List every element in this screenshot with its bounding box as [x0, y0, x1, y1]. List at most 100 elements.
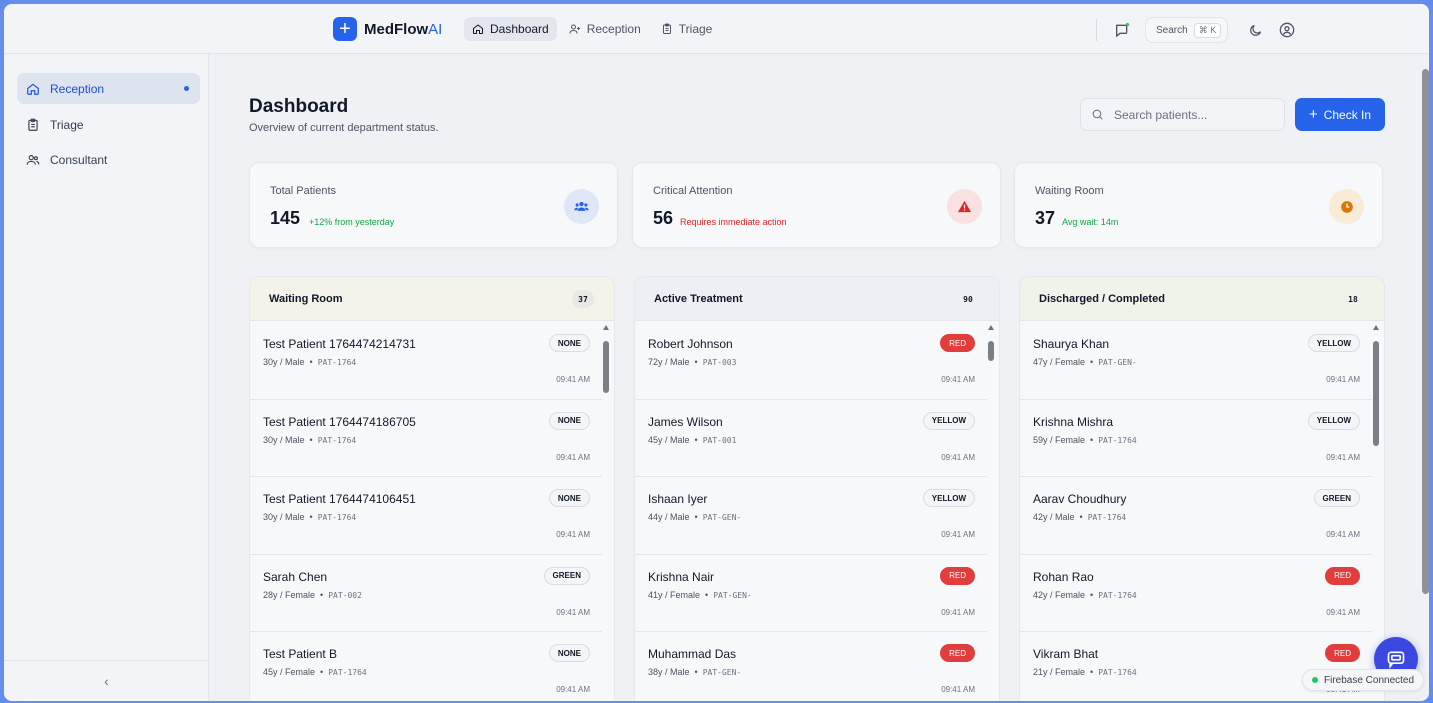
separator-dot: •	[309, 434, 313, 445]
column-title: Waiting Room	[269, 292, 343, 305]
triage-badge: RED	[940, 566, 975, 585]
patient-meta: 41y / Female • PAT-GEN-	[648, 590, 752, 600]
patient-time: 09:41 AM	[556, 530, 590, 539]
patient-card[interactable]: Krishna Mishra 59y / Female • PAT-1764 YELLO…	[1020, 400, 1372, 477]
column-scrollbar[interactable]	[603, 325, 609, 701]
patient-name: Ishaan Iyer	[648, 492, 708, 506]
patient-card[interactable]: Robert Johnson 72y / Male • PAT-003 RED 09:41…	[635, 322, 987, 400]
scrollbar-thumb[interactable]	[603, 341, 609, 393]
column-header: Discharged / Completed 18	[1020, 277, 1384, 321]
patient-age-sex: 30y / Male	[263, 357, 305, 367]
patient-age-sex: 38y / Male	[648, 667, 690, 677]
topnav-label: Reception	[586, 22, 641, 36]
sidebar-item-label: Triage	[50, 117, 84, 132]
patient-name: Test Patient B	[263, 647, 338, 661]
patient-age-sex: 45y / Male	[648, 434, 690, 445]
patient-card[interactable]: Ishaan Iyer 44y / Male • PAT-GEN- YELLOW 09:4…	[635, 477, 987, 555]
patient-list: Test Patient 1764474214731 30y / Male • PAT…	[250, 322, 602, 701]
connection-status-label: Firebase Connected	[1324, 674, 1415, 686]
patient-id: PAT-003	[702, 358, 737, 367]
connection-status-badge: Firebase Connected	[1302, 669, 1425, 691]
app-logo[interactable]: + MedFlowAI	[333, 17, 442, 41]
patient-card[interactable]: Muhammad Das 38y / Male • PAT-GEN- RED 09:41 …	[635, 632, 987, 701]
scroll-up-icon[interactable]	[1373, 325, 1379, 330]
sidebar-item-triage[interactable]: Triage	[17, 109, 200, 140]
patient-id: PAT-GEN-	[713, 590, 752, 600]
separator-dot: •	[1090, 357, 1094, 367]
sidebar-item-consultant[interactable]: Consultant	[17, 144, 200, 175]
patient-card[interactable]: Test Patient 1764474186705 30y / Male • PAT…	[250, 400, 602, 477]
scroll-up-icon[interactable]	[603, 325, 609, 330]
column-scrollbar[interactable]	[988, 325, 994, 701]
scrollbar-thumb[interactable]	[1373, 341, 1379, 446]
message-icon	[1116, 23, 1129, 38]
topnav-dashboard[interactable]: Dashboard	[464, 17, 557, 41]
patient-id: PAT-002	[328, 590, 362, 600]
patient-id: PAT-1764	[317, 513, 357, 522]
top-nav: Dashboard Reception Triage	[464, 17, 720, 41]
board-column: Waiting Room 37 Test Patient 1764474214731…	[249, 276, 615, 701]
patient-time: 09:41 AM	[941, 685, 975, 694]
user-plus-icon	[569, 24, 580, 34]
stat-card-waiting-room: Waiting Room 37 Avg wait: 14m	[1014, 162, 1383, 248]
patient-card[interactable]: Test Patient B 45y / Female • PAT-1764 NONE 0…	[250, 632, 602, 701]
column-title: Discharged / Completed	[1039, 292, 1165, 305]
patient-card[interactable]: Sarah Chen 28y / Female • PAT-002 GREEN 09:41…	[250, 555, 602, 632]
page-subtitle: Overview of current department status.	[249, 122, 439, 134]
patient-card[interactable]: James Wilson 45y / Male • PAT-001 YELLOW 09:4…	[635, 400, 987, 477]
triage-badge: RED	[940, 644, 975, 662]
page-scrollbar-thumb[interactable]	[1422, 69, 1429, 594]
patient-time: 09:41 AM	[1326, 375, 1360, 384]
patient-card[interactable]: Shaurya Khan 47y / Female • PAT-GEN- YELLOW 0…	[1020, 322, 1372, 400]
topnav-reception[interactable]: Reception	[561, 17, 649, 41]
patient-card[interactable]: Test Patient 1764474106451 30y / Male • PAT…	[250, 477, 602, 555]
divider	[1096, 19, 1097, 41]
check-in-button[interactable]: + Check In	[1295, 98, 1385, 131]
patient-meta: 45y / Male • PAT-001	[648, 435, 736, 445]
patient-time: 09:41 AM	[556, 607, 590, 617]
stat-value: 37	[1035, 208, 1056, 228]
stat-value: 145	[270, 208, 301, 228]
sidebar-item-label: Consultant	[50, 152, 108, 167]
stat-label: Waiting Room	[1035, 185, 1104, 197]
sidebar-collapse-button[interactable]: ‹	[4, 660, 209, 701]
patient-name: Rohan Rao	[1033, 569, 1094, 584]
patient-age-sex: 72y / Male	[648, 357, 690, 367]
patient-meta: 45y / Female • PAT-1764	[263, 667, 367, 677]
sidebar-item-reception[interactable]: Reception	[17, 73, 200, 104]
moon-icon	[1249, 24, 1261, 36]
chat-notification-button[interactable]	[1109, 17, 1135, 43]
patient-card[interactable]: Krishna Nair 41y / Female • PAT-GEN- RED 09:4…	[635, 555, 987, 632]
stat-note: Avg wait: 14m	[1062, 217, 1119, 227]
column-title: Active Treatment	[654, 292, 743, 305]
page-scrollbar[interactable]	[1422, 59, 1429, 701]
sidebar-item-label: Reception	[50, 81, 105, 96]
patient-card[interactable]: Rohan Rao 42y / Female • PAT-1764 RED 09:41 A…	[1020, 555, 1372, 632]
profile-button[interactable]	[1274, 17, 1300, 43]
patient-time: 09:41 AM	[941, 375, 975, 384]
global-search-button[interactable]: Search ⌘ K	[1145, 17, 1229, 43]
search-placeholder: Search patients...	[1114, 107, 1208, 122]
search-shortcut: ⌘ K	[1193, 22, 1222, 38]
status-dot	[1312, 677, 1318, 683]
theme-toggle-button[interactable]	[1242, 17, 1268, 43]
patient-card[interactable]: Aarav Choudhury 42y / Male • PAT-1764 GREEN 0…	[1020, 477, 1372, 555]
patient-id: PAT-1764	[1098, 435, 1137, 445]
user-circle-icon	[1279, 22, 1295, 38]
users-icon	[564, 189, 599, 224]
patient-name: Test Patient 1764474106451	[263, 492, 416, 506]
triage-badge: NONE	[548, 411, 590, 430]
patient-time: 09:41 AM	[556, 375, 590, 384]
patient-meta: 42y / Female • PAT-1764	[1033, 590, 1137, 600]
scroll-up-icon[interactable]	[988, 325, 994, 330]
patient-card[interactable]: Test Patient 1764474214731 30y / Male • PAT…	[250, 322, 602, 400]
check-in-label: Check In	[1323, 107, 1372, 122]
patient-id: PAT-GEN-	[1098, 358, 1137, 367]
home-icon	[473, 24, 483, 34]
topnav-triage[interactable]: Triage	[653, 17, 721, 41]
patient-search-input[interactable]: Search patients...	[1080, 98, 1285, 131]
topnav-label: Dashboard	[490, 22, 549, 36]
patient-meta: 42y / Male • PAT-1764	[1033, 512, 1126, 522]
patient-id: PAT-001	[702, 435, 737, 445]
scrollbar-thumb[interactable]	[988, 341, 994, 361]
